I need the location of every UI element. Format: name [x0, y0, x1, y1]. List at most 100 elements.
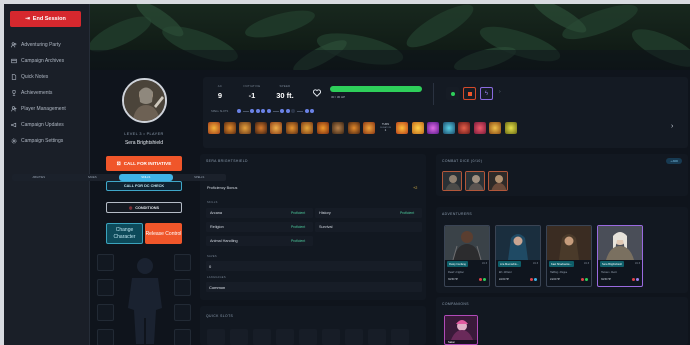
adventurer-card[interactable]: Lira Moonwhis... LV 3 Elf • Wizard 22/22… — [495, 225, 541, 287]
adventurer-card[interactable]: Kael Shadowste... LV 3 Halfling • Rogue … — [546, 225, 592, 287]
spell-sun-icon[interactable] — [411, 122, 424, 134]
ability-flame-icon[interactable] — [270, 122, 282, 134]
quick-slot[interactable] — [230, 329, 248, 345]
spell-flame-icon[interactable] — [396, 122, 408, 134]
quick-slot[interactable] — [391, 329, 409, 345]
sidebar-item-label: Achievements — [21, 90, 53, 96]
spell-blood-icon[interactable] — [473, 122, 486, 134]
equipment-slot[interactable] — [174, 279, 191, 296]
sidebar-item-achievements[interactable]: Achievements — [9, 85, 87, 101]
sidebar-item-campaign-updates[interactable]: Campaign Updates — [9, 117, 87, 133]
speed-label: SPEED — [279, 84, 291, 88]
spell-slots-label: SPELL SLOTS — [211, 110, 229, 113]
sidebar-item-label: Player Management — [21, 106, 66, 112]
release-control-button[interactable]: Release Control — [145, 223, 182, 244]
spell-slot[interactable] — [250, 109, 255, 113]
spell-slot[interactable] — [280, 109, 285, 113]
call-initiative-button[interactable]: ⚄ CALL FOR INITIATIVE — [106, 156, 182, 171]
tab-abilities[interactable]: ABILITIES — [12, 174, 66, 181]
quick-slot[interactable] — [345, 329, 363, 345]
add-combat-button[interactable]: + ADD — [666, 158, 682, 164]
spell-arcane-icon[interactable] — [427, 122, 439, 134]
companion-card[interactable]: Sakai — [444, 315, 478, 345]
spell-slot[interactable] — [285, 109, 290, 113]
equipment-slot[interactable] — [174, 329, 191, 345]
spell-slot[interactable] — [304, 109, 309, 113]
character-level: LEVEL 3 • PLAYER — [124, 132, 164, 136]
stats-bar: AC 9 INITIATIVE -1 SPEED 30 ft. 30 / 30 … — [203, 77, 688, 148]
companions-title: COMPANIONS — [442, 302, 469, 306]
ability-kick-icon[interactable] — [254, 122, 267, 134]
ability-run-icon[interactable] — [285, 122, 298, 134]
conditions-button[interactable]: ◎ CONDITIONS — [106, 202, 182, 213]
ability-sprint-icon[interactable] — [363, 122, 375, 134]
quick-slot[interactable] — [253, 329, 271, 345]
heart-icon[interactable] — [313, 89, 321, 97]
chevron-right-icon[interactable]: › — [671, 123, 673, 130]
quick-slot[interactable] — [276, 329, 294, 345]
spell-slot[interactable] — [261, 109, 266, 113]
ability-strike-icon[interactable] — [223, 122, 236, 134]
spell-slot[interactable] — [291, 109, 296, 113]
square-icon — [467, 91, 472, 96]
tab-saves[interactable]: SAVES — [66, 174, 120, 181]
spell-shield-icon[interactable] — [489, 122, 501, 134]
conditions-icon: ◎ — [128, 206, 133, 210]
adventurer-level: LV 3 — [584, 262, 589, 265]
end-session-button[interactable]: ⇥ End Session — [10, 11, 81, 27]
quick-slot[interactable] — [207, 329, 225, 345]
adventurer-name: Kael Shadowste... — [549, 261, 574, 267]
sidebar-item-adventuring-party[interactable]: Adventuring Party — [9, 37, 87, 53]
sidebar-item-player-management[interactable]: Player Management — [9, 101, 87, 117]
saves-field[interactable]: 0 — [206, 261, 422, 271]
combatant-token[interactable] — [488, 171, 508, 191]
condition-toggle-purple[interactable]: ϟ — [480, 87, 493, 100]
spell-slot[interactable] — [255, 109, 260, 113]
equipment-slot[interactable] — [174, 304, 191, 321]
spell-slot[interactable] — [266, 109, 271, 113]
change-character-button[interactable]: Change Character — [106, 223, 143, 244]
sidebar-item-quick-notes[interactable]: Quick Notes — [9, 69, 87, 85]
spell-bolt-icon[interactable] — [504, 122, 517, 134]
ability-shove-icon[interactable] — [347, 122, 360, 134]
ability-fire-icon[interactable] — [208, 122, 220, 134]
sidebar-item-campaign-settings[interactable]: Campaign Settings — [9, 133, 87, 149]
equipment-slot[interactable] — [97, 329, 114, 345]
character-portrait[interactable] — [122, 78, 167, 123]
adventurer-card[interactable]: Sera Brightshield LV 3 Human • Cleric 30… — [597, 225, 643, 287]
sidebar-nav: Adventuring Party Campaign Archives Quic… — [9, 37, 87, 149]
call-dc-check-button[interactable]: CALL FOR DC CHECK — [106, 181, 182, 191]
ability-dash-icon[interactable] — [239, 122, 251, 134]
equipment-slot[interactable] — [97, 254, 114, 271]
spell-slots — [237, 109, 315, 113]
sidebar-item-campaign-archives[interactable]: Campaign Archives — [9, 53, 87, 69]
initiative-label: INITIATIVE — [243, 84, 261, 88]
quick-slot[interactable] — [368, 329, 386, 345]
tab-spells[interactable]: SPELLS — [173, 174, 227, 181]
tab-skills[interactable]: SKILLS — [119, 174, 173, 181]
equipment-slot[interactable] — [97, 304, 114, 321]
equipment-slot[interactable] — [97, 279, 114, 296]
condition-toggle-green[interactable] — [446, 87, 459, 100]
spell-frost-icon[interactable] — [442, 122, 455, 134]
spell-demon-icon[interactable] — [458, 122, 470, 134]
condition-toggle-orange[interactable] — [463, 87, 476, 100]
chevron-right-icon[interactable]: › — [499, 89, 501, 95]
adventurer-card[interactable]: Rusty Ironfang LV 3 Dwarf • Fighter 30/3… — [444, 225, 490, 287]
ability-blast-icon[interactable] — [316, 122, 329, 134]
quick-slot[interactable] — [299, 329, 317, 345]
ability-hide-icon[interactable] — [332, 122, 344, 134]
companion-portrait — [445, 316, 477, 340]
initiative-stat: INITIATIVE -1 — [237, 84, 267, 100]
ability-grapple-icon[interactable] — [301, 122, 313, 134]
saves-label: SAVES — [207, 255, 217, 258]
quick-slot[interactable] — [322, 329, 340, 345]
speed-value: 30 ft. — [276, 91, 294, 100]
equipment-slot[interactable] — [174, 254, 191, 271]
character-panel: LEVEL 3 • PLAYER Sera Brightshield ⚄ CAL… — [96, 74, 192, 345]
languages-field[interactable]: Common — [206, 282, 422, 292]
combatant-token[interactable] — [442, 171, 462, 191]
spell-slot[interactable] — [310, 109, 315, 113]
spell-slot[interactable] — [237, 109, 241, 113]
combatant-token[interactable] — [465, 171, 485, 191]
